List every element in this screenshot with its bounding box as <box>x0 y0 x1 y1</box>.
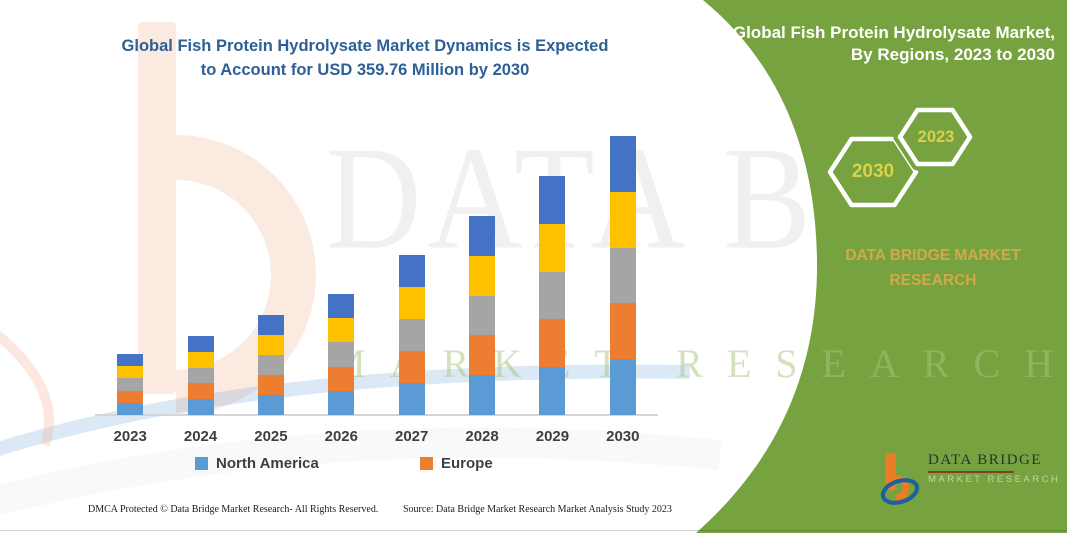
legend-label-north-america: North America <box>216 455 319 472</box>
bar-segment-unlabeled-gray <box>188 368 214 384</box>
brand-text-line1: DATA BRIDGE MARKET <box>818 243 1048 268</box>
bar-segment-unlabeled-yellow <box>469 256 495 296</box>
bar-segment-europe <box>399 351 425 383</box>
panel-title-line2: By Regions, 2023 to 2030 <box>715 44 1055 66</box>
x-axis-label-2028: 2028 <box>451 428 513 445</box>
x-axis-line <box>95 414 658 416</box>
brand-text-line2: RESEARCH <box>818 268 1048 293</box>
bar-segment-north-america <box>188 399 214 415</box>
legend-swatch-europe <box>420 457 433 470</box>
bar-segment-europe <box>328 367 354 391</box>
bar-segment-north-america <box>258 395 284 415</box>
bar-segment-north-america <box>539 367 565 415</box>
footer-source-text: Source: Data Bridge Market Research Mark… <box>403 504 672 515</box>
bar-segment-unlabeled-yellow <box>610 192 636 248</box>
bar-2027 <box>399 255 425 415</box>
bar-segment-unlabeled-gray <box>539 272 565 320</box>
panel-title-line1: Global Fish Protein Hydrolysate Market, <box>715 22 1055 44</box>
bar-segment-north-america <box>469 375 495 415</box>
logo-name-text: DATA BRIDGE <box>928 452 1060 469</box>
bar-segment-north-america <box>610 359 636 415</box>
bar-segment-unlabeled-yellow <box>399 287 425 319</box>
bar-segment-unlabeled-yellow <box>258 335 284 355</box>
panel-title: Global Fish Protein Hydrolysate Market, … <box>715 22 1055 66</box>
bar-segment-europe <box>188 383 214 399</box>
bar-2029 <box>539 176 565 415</box>
bar-segment-unlabeled-yellow <box>188 352 214 368</box>
bar-segment-unlabeled-gray <box>399 319 425 351</box>
bar-2026 <box>328 294 354 415</box>
x-axis-label-2024: 2024 <box>170 428 232 445</box>
x-axis-label-2029: 2029 <box>521 428 583 445</box>
bar-segment-europe <box>117 391 143 403</box>
logo-text-block: DATA BRIDGE MARKET RESEARCH <box>928 452 1060 485</box>
bar-segment-unlabeled-yellow <box>117 366 143 378</box>
x-axis-label-2027: 2027 <box>381 428 443 445</box>
bar-segment-unlabeled-darkblue <box>328 294 354 318</box>
bar-segment-europe <box>610 303 636 359</box>
x-axis-label-2023: 2023 <box>99 428 161 445</box>
footer-dmca-text: DMCA Protected © Data Bridge Market Rese… <box>88 504 378 515</box>
data-bridge-logo: DATA BRIDGE MARKET RESEARCH <box>880 452 1060 506</box>
bar-segment-unlabeled-gray <box>610 248 636 304</box>
infographic-canvas: DATA BRIDGE MARKET RESEARCH Global Fish … <box>0 0 1067 533</box>
bar-segment-unlabeled-gray <box>258 355 284 375</box>
bar-segment-unlabeled-gray <box>328 342 354 366</box>
bar-segment-unlabeled-darkblue <box>610 136 636 192</box>
x-axis-label-2030: 2030 <box>592 428 654 445</box>
legend-label-europe: Europe <box>441 455 493 472</box>
x-axis-label-2025: 2025 <box>240 428 302 445</box>
bar-2025 <box>258 315 284 415</box>
bar-segment-north-america <box>117 403 143 415</box>
legend-item-europe: Europe <box>420 455 493 472</box>
bar-segment-unlabeled-darkblue <box>117 354 143 366</box>
bar-segment-unlabeled-darkblue <box>188 336 214 352</box>
bar-segment-unlabeled-gray <box>117 378 143 390</box>
bar-2030 <box>610 136 636 415</box>
bar-segment-unlabeled-darkblue <box>258 315 284 335</box>
x-axis-label-2026: 2026 <box>310 428 372 445</box>
legend-item-north-america: North America <box>195 455 319 472</box>
legend-swatch-north-america <box>195 457 208 470</box>
bar-segment-unlabeled-darkblue <box>539 176 565 224</box>
bar-2023 <box>117 354 143 415</box>
bar-2024 <box>188 336 214 415</box>
data-bridge-logo-icon <box>880 452 922 506</box>
hexagon-2030-label: 2030 <box>833 161 913 183</box>
bar-2028 <box>469 216 495 415</box>
bar-segment-europe <box>469 335 495 375</box>
bar-segment-unlabeled-yellow <box>328 318 354 342</box>
bar-segment-north-america <box>399 383 425 415</box>
bar-segment-unlabeled-darkblue <box>399 255 425 287</box>
brand-text: DATA BRIDGE MARKET RESEARCH <box>818 243 1048 293</box>
bottom-border-line <box>0 530 1067 531</box>
hexagon-2023-label: 2023 <box>901 128 971 147</box>
logo-rule <box>928 471 1014 473</box>
bar-segment-unlabeled-yellow <box>539 224 565 272</box>
bar-segment-europe <box>258 375 284 395</box>
bar-segment-unlabeled-darkblue <box>469 216 495 256</box>
logo-sub-text: MARKET RESEARCH <box>928 474 1060 485</box>
bar-segment-europe <box>539 319 565 367</box>
bar-segment-unlabeled-gray <box>469 296 495 336</box>
bar-segment-north-america <box>328 391 354 415</box>
